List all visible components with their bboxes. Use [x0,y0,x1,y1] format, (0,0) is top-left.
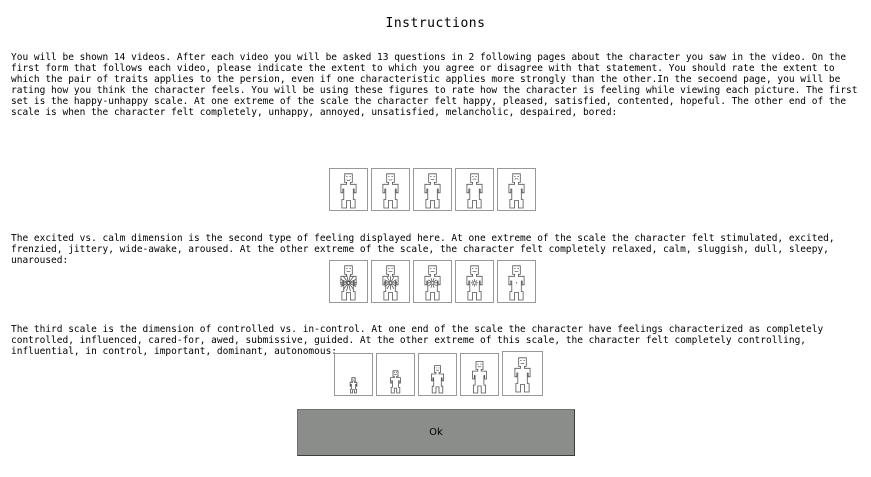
arousal-figure-excited [371,260,410,303]
valence-figure-happy [371,168,410,211]
dominance-figure-4-icon [472,361,487,394]
arousal-figure-neutral [413,260,452,303]
dominance-figure-5 [502,351,543,396]
intro-paragraph: You will be shown 14 videos. After each … [11,52,858,118]
arousal-figure-very-excited-icon [340,265,357,301]
dominance-figure-2-icon [390,370,401,394]
arousal-scale [329,260,536,303]
arousal-figure-calm-icon [466,265,483,301]
valence-scale [329,168,536,211]
arousal-figure-very-calm [497,260,536,303]
valence-figure-very-happy [329,168,368,211]
page-title: Instructions [385,16,486,31]
valence-figure-very-unhappy-icon [508,173,525,209]
valence-figure-neutral-icon [424,173,441,209]
dominance-figure-3-icon [431,365,444,394]
valence-figure-very-happy-icon [340,173,357,209]
dominance-scale [334,351,543,396]
arousal-figure-calm [455,260,494,303]
dominance-figure-1-icon [349,377,358,394]
dominance-figure-4 [460,353,499,396]
dominance-figure-1 [334,353,373,396]
arousal-figure-very-excited [329,260,368,303]
ok-button[interactable]: Ok [297,409,575,456]
dominance-figure-3 [418,353,457,396]
dominance-figure-5-icon [514,357,531,393]
arousal-figure-neutral-icon [424,265,441,301]
valence-figure-unhappy-icon [466,173,483,209]
valence-figure-neutral [413,168,452,211]
arousal-figure-very-calm-icon [508,265,525,301]
valence-figure-happy-icon [382,173,399,209]
dominance-figure-2 [376,353,415,396]
valence-figure-unhappy [455,168,494,211]
arousal-figure-excited-icon [382,265,399,301]
valence-figure-very-unhappy [497,168,536,211]
